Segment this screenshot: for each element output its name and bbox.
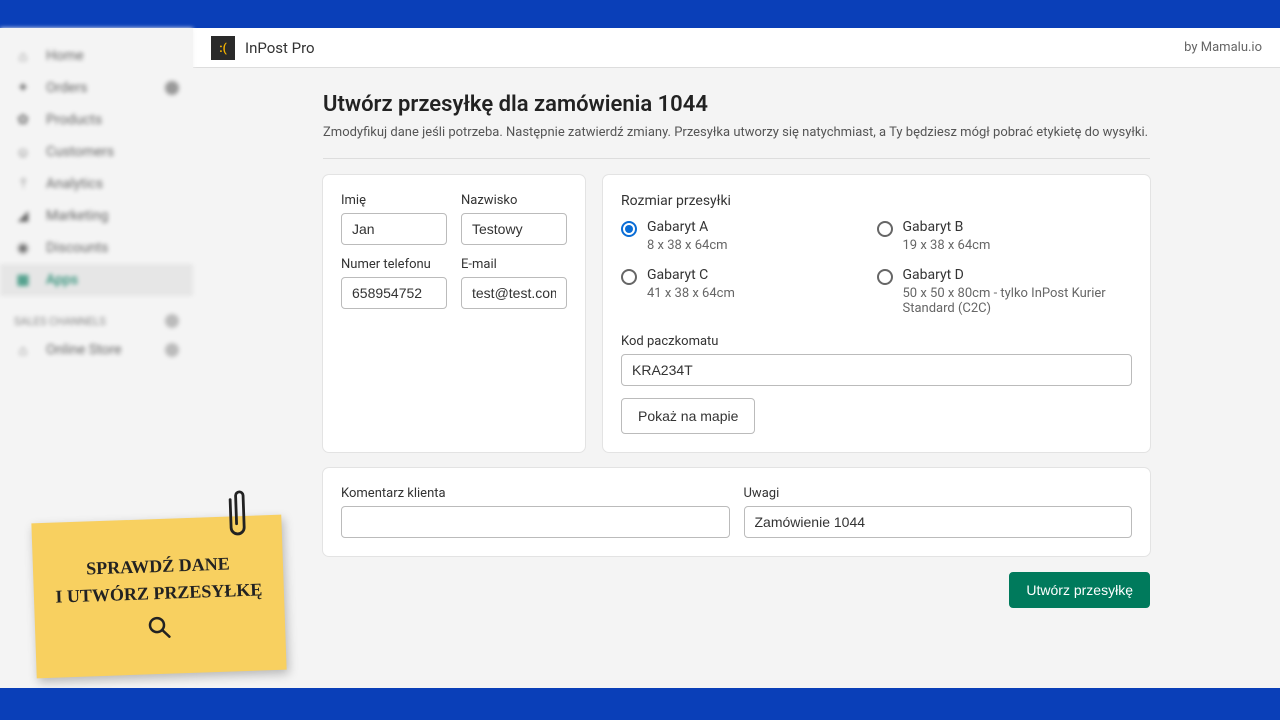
app-by: by Mamalu.io xyxy=(1184,40,1262,55)
lastname-label: Nazwisko xyxy=(461,193,567,208)
comments-card: Komentarz klienta Uwagi xyxy=(323,468,1150,556)
firstname-input[interactable] xyxy=(341,213,447,245)
sidebar-label: Analytics xyxy=(46,176,103,192)
size-label: Gabaryt A xyxy=(647,219,728,235)
size-label: Gabaryt C xyxy=(647,267,735,283)
size-sub: 8 x 38 x 64cm xyxy=(647,238,728,253)
size-sub: 50 x 50 x 80cm - tylko InPost Kurier Sta… xyxy=(903,286,1133,316)
store-icon: ⌂ xyxy=(14,341,32,359)
size-sub: 41 x 38 x 64cm xyxy=(647,286,735,301)
show-map-button[interactable]: Pokaż na mapie xyxy=(621,398,755,434)
sticky-note: Sprawdź dane i utwórz przesyłkę xyxy=(31,515,286,679)
sidebar-label: Apps xyxy=(46,272,78,288)
sidebar-item-online-store[interactable]: ⌂ Online Store xyxy=(0,334,193,366)
email-input[interactable] xyxy=(461,277,567,309)
main-area: :( InPost Pro by Mamalu.io Utwórz przesy… xyxy=(193,28,1280,688)
comment-label: Komentarz klienta xyxy=(341,486,730,501)
sidebar-item-apps[interactable]: ▦ Apps xyxy=(0,264,193,296)
sidebar-item-home[interactable]: ⌂ Home xyxy=(0,40,193,72)
sidebar-item-customers[interactable]: ☺ Customers xyxy=(0,136,193,168)
marketing-icon: ◢ xyxy=(14,207,32,225)
size-option-d[interactable]: Gabaryt D 50 x 50 x 80cm - tylko InPost K… xyxy=(877,267,1133,316)
orders-icon: ✦ xyxy=(14,79,32,97)
sidebar-label: Orders xyxy=(46,80,88,96)
sidebar-label: Customers xyxy=(46,144,114,160)
sidebar-item-products[interactable]: ✿ Products xyxy=(0,104,193,136)
view-icon xyxy=(165,343,179,357)
divider xyxy=(323,158,1150,159)
app-title: InPost Pro xyxy=(245,39,315,57)
home-icon: ⌂ xyxy=(14,47,32,65)
sidebar-label: Online Store xyxy=(46,342,122,358)
orders-badge xyxy=(165,81,179,95)
app-bar: :( InPost Pro by Mamalu.io xyxy=(193,28,1280,68)
size-label: Gabaryt B xyxy=(903,219,991,235)
radio-icon xyxy=(877,221,893,237)
phone-input[interactable] xyxy=(341,277,447,309)
products-icon: ✿ xyxy=(14,111,32,129)
notes-label: Uwagi xyxy=(744,486,1133,501)
size-option-b[interactable]: Gabaryt B 19 x 38 x 64cm xyxy=(877,219,1133,253)
sidebar-item-discounts[interactable]: ◉ Discounts xyxy=(0,232,193,264)
radio-icon xyxy=(621,269,637,285)
create-shipment-button[interactable]: Utwórz przesyłkę xyxy=(1009,572,1150,608)
sidebar-label: Discounts xyxy=(46,240,108,256)
phone-label: Numer telefonu xyxy=(341,257,447,272)
shipment-card: Rozmiar przesyłki Gabaryt A 8 x 38 x 64cm… xyxy=(603,175,1150,452)
sidebar-label: Home xyxy=(46,48,84,64)
customers-icon: ☺ xyxy=(14,143,32,161)
locker-input[interactable] xyxy=(621,354,1132,386)
page-subtitle: Zmodyfikuj dane jeśli potrzeba. Następni… xyxy=(323,125,1150,140)
top-brand-bar xyxy=(0,0,1280,28)
magnifier-icon xyxy=(147,614,174,641)
size-sub: 19 x 38 x 64cm xyxy=(903,238,991,253)
comment-input[interactable] xyxy=(341,506,730,538)
size-option-a[interactable]: Gabaryt A 8 x 38 x 64cm xyxy=(621,219,877,253)
size-option-c[interactable]: Gabaryt C 41 x 38 x 64cm xyxy=(621,267,877,316)
radio-icon xyxy=(877,269,893,285)
page-title: Utwórz przesyłkę dla zamówienia 1044 xyxy=(323,92,1150,117)
add-channel-icon[interactable] xyxy=(165,314,179,328)
customer-card: Imię Nazwisko Numer telefonu xyxy=(323,175,585,452)
sidebar-section-header: SALES CHANNELS xyxy=(0,296,193,334)
radio-icon xyxy=(621,221,637,237)
sidebar-item-marketing[interactable]: ◢ Marketing xyxy=(0,200,193,232)
locker-label: Kod paczkomatu xyxy=(621,334,1132,349)
lastname-input[interactable] xyxy=(461,213,567,245)
size-label: Gabaryt D xyxy=(903,267,1133,283)
sidebar-label: Marketing xyxy=(46,208,109,224)
sidebar-item-analytics[interactable]: ⫯ Analytics xyxy=(0,168,193,200)
discounts-icon: ◉ xyxy=(14,239,32,257)
app-logo: :( xyxy=(211,36,235,60)
size-section-label: Rozmiar przesyłki xyxy=(621,193,1132,209)
sidebar-label: Products xyxy=(46,112,102,128)
firstname-label: Imię xyxy=(341,193,447,208)
sidebar-item-orders[interactable]: ✦ Orders xyxy=(0,72,193,104)
paperclip-icon xyxy=(222,486,252,547)
apps-icon: ▦ xyxy=(14,271,32,289)
notes-input[interactable] xyxy=(744,506,1133,538)
analytics-icon: ⫯ xyxy=(14,175,32,193)
email-label: E-mail xyxy=(461,257,567,272)
bottom-brand-bar xyxy=(0,688,1280,720)
